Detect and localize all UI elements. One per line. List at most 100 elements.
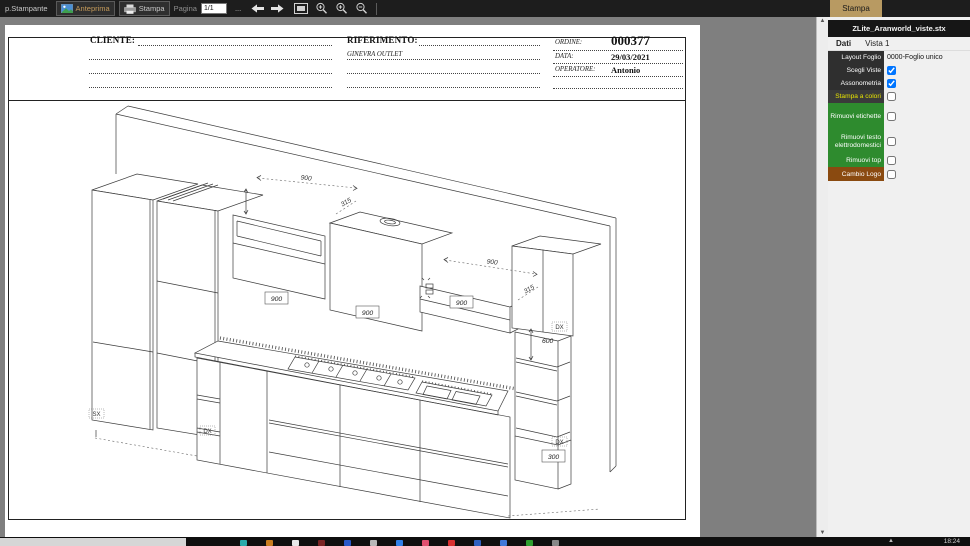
dotted-line <box>89 73 332 74</box>
scegli-viste-checkbox[interactable] <box>887 66 896 75</box>
document-page: CLIENTE: RIFERIMENTO: GINEVRA OUTLET ORD… <box>5 25 700 537</box>
printer-icon <box>124 4 136 14</box>
rimuovi-top-button[interactable]: Rimuovi top <box>828 153 884 167</box>
rimuovi-top-checkbox[interactable] <box>887 156 896 165</box>
scroll-down-icon[interactable]: ▼ <box>817 530 828 536</box>
tab-vista-1[interactable]: Vista 1 <box>865 39 889 48</box>
page-label: Pagina <box>174 4 197 13</box>
fit-page-button[interactable] <box>293 2 309 16</box>
rimuovi-testo-elettrodomestici-checkbox[interactable] <box>887 137 896 146</box>
wall-unit-open <box>233 189 325 299</box>
dotted-line <box>347 59 540 60</box>
tab-dati[interactable]: Dati <box>836 39 851 48</box>
ordine-label: ORDINE: <box>555 39 582 46</box>
dim-900-box-a: 900 <box>271 296 283 303</box>
fit-page-icon <box>294 3 308 14</box>
taskbar-app-icon[interactable] <box>266 540 273 546</box>
dotted-line <box>347 87 540 88</box>
printer-setup-label: p.Stampante <box>5 4 48 13</box>
taskbar-app-icon[interactable] <box>240 540 247 546</box>
dotted-line <box>419 45 540 46</box>
dotted-line <box>553 50 683 51</box>
cliente-label: CLIENTE: <box>90 35 135 45</box>
stampa-a-colori-button[interactable]: Stampa a colori <box>828 90 884 103</box>
print-label: Stampa <box>139 4 165 13</box>
page-input[interactable] <box>201 3 227 14</box>
dotted-line <box>553 63 683 64</box>
zoom-in-button[interactable] <box>313 2 329 16</box>
kitchen-drawing: 900 315 900 900 900 315 900 600 300 SX D… <box>40 100 700 520</box>
cambio-logo-button[interactable]: Cambio Logo <box>828 167 884 181</box>
cambio-logo-checkbox[interactable] <box>887 170 896 179</box>
dotted-line <box>138 45 332 46</box>
zoom-dynamic-icon <box>335 2 348 15</box>
dim-900-box-b: 900 <box>362 310 374 317</box>
taskbar-app-icon[interactable] <box>344 540 351 546</box>
label-dx-left: DX <box>203 429 211 435</box>
toolbar-separator <box>376 3 377 15</box>
dotted-line <box>347 73 540 74</box>
layout-foglio-button[interactable]: Layout Foglio <box>828 51 884 64</box>
arrow-left-icon <box>251 4 264 13</box>
preview-image-icon <box>61 4 73 13</box>
dotted-line <box>89 87 332 88</box>
rimuovi-testo-elettrodomestici-button[interactable]: Rimuovi testo elettrodomestici <box>828 129 884 153</box>
rimuovi-etichette-button[interactable]: Rimuovi etichette <box>828 103 884 129</box>
taskbar-app-icons[interactable] <box>240 540 559 546</box>
taskbar-app-icon[interactable] <box>292 540 299 546</box>
assonometria-checkbox[interactable] <box>887 79 896 88</box>
scroll-up-icon[interactable]: ▲ <box>817 18 828 24</box>
operatore-label: OPERATORE: <box>555 66 595 73</box>
zoom-dynamic-button[interactable] <box>333 2 349 16</box>
scegli-viste-button[interactable]: Scegli Viste <box>828 64 884 77</box>
taskbar-app-icon[interactable] <box>526 540 533 546</box>
ordine-value: 000377 <box>611 33 650 49</box>
print-preview-canvas: CLIENTE: RIFERIMENTO: GINEVRA OUTLET ORD… <box>0 17 816 537</box>
label-dx-upper: DX <box>555 325 563 331</box>
taskbar-app-icon[interactable] <box>552 540 559 546</box>
previous-page-button[interactable] <box>249 2 265 16</box>
printer-setup-button[interactable]: p.Stampante <box>1 1 52 16</box>
tall-shelf-unit-right <box>515 332 571 489</box>
operatore-value: Antonio <box>611 65 640 75</box>
taskbar-app-icon[interactable] <box>474 540 481 546</box>
file-title: ZLite_Aranworld_viste.stx <box>828 20 970 37</box>
zoom-out-icon <box>355 2 368 15</box>
more-pages-button[interactable]: ... <box>231 1 245 16</box>
dim-900-right: 900 <box>486 258 498 266</box>
dim-900-top: 900 <box>300 174 312 182</box>
arrow-right-icon <box>271 4 284 13</box>
dim-600: 600 <box>542 338 554 345</box>
taskbar-app-icon[interactable] <box>422 540 429 546</box>
assonometria-button[interactable]: Assonometria <box>828 77 884 90</box>
label-dx-lower: DX <box>555 440 563 446</box>
dim-900-box-c: 900 <box>456 300 468 307</box>
vertical-scrollbar[interactable]: ▲ ▼ <box>816 17 828 537</box>
toolbar: p.Stampante Anteprima Stampa Pagina ... <box>0 0 970 17</box>
taskbar-clock: 18:24 <box>944 538 960 545</box>
next-page-button[interactable] <box>269 2 285 16</box>
riferimento-label: RIFERIMENTO: <box>347 35 418 45</box>
panel-tabs: Dati Vista 1 <box>828 37 970 51</box>
dim-300-box: 300 <box>548 454 560 461</box>
taskbar-window-strip <box>0 538 186 546</box>
layout-foglio-value[interactable]: 0000-Foglio unico <box>887 54 943 61</box>
taskbar-app-icon[interactable] <box>370 540 377 546</box>
riferimento-value: GINEVRA OUTLET <box>347 51 402 58</box>
taskbar-app-icon[interactable] <box>396 540 403 546</box>
preview-button[interactable]: Anteprima <box>56 1 115 16</box>
data-value: 29/03/2021 <box>611 52 650 62</box>
taskbar-app-icon[interactable] <box>448 540 455 546</box>
taskbar-app-icon[interactable] <box>318 540 325 546</box>
preview-label: Anteprima <box>76 4 110 13</box>
zoom-out-button[interactable] <box>353 2 369 16</box>
print-button[interactable]: Stampa <box>119 1 170 16</box>
tab-stampa[interactable]: Stampa <box>830 0 882 17</box>
dotted-line <box>553 76 683 77</box>
rimuovi-etichette-checkbox[interactable] <box>887 112 896 121</box>
dim-315-left: 315 <box>340 197 353 209</box>
taskbar-tray-caret-icon[interactable]: ▲ <box>888 538 894 544</box>
taskbar-app-icon[interactable] <box>500 540 507 546</box>
stampa-a-colori-checkbox[interactable] <box>887 92 896 101</box>
dotted-line <box>553 88 683 89</box>
